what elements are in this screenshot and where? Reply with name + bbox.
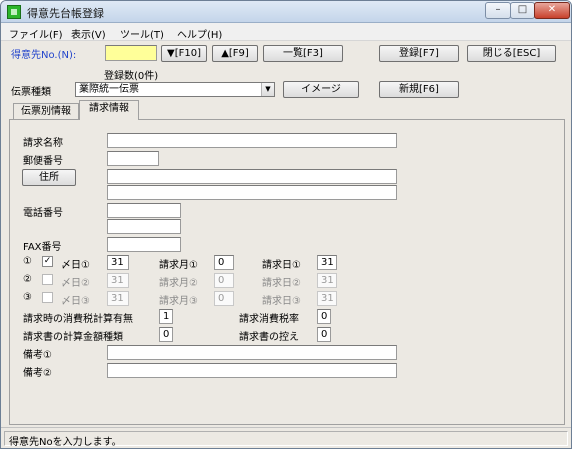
tax-calc-input[interactable]: 1: [159, 309, 173, 324]
billing-info-panel: [9, 119, 565, 425]
fax-label: FAX番号: [23, 242, 62, 253]
status-bar: 得意先Noを入力します。: [1, 427, 571, 448]
address-line1-input[interactable]: [107, 169, 397, 184]
fax-input[interactable]: [107, 237, 181, 252]
slip-type-value: 業際統一伝票: [79, 84, 139, 95]
closing-day-3-label: 〆日③: [61, 296, 90, 307]
window-title: 得意先台帳登録: [27, 7, 104, 20]
slip-type-label: 伝票種類: [11, 87, 51, 98]
close-window-button[interactable]: ✕: [534, 2, 570, 19]
closing-day-3-input[interactable]: 31: [107, 291, 129, 306]
closing-day-1-input[interactable]: 31: [107, 255, 129, 270]
invoice-copy-input[interactable]: 0: [317, 327, 331, 342]
chevron-down-icon: ▼: [261, 83, 274, 96]
closing-row-3-checkbox[interactable]: [42, 292, 53, 303]
title-bar: 得意先台帳登録 – □ ✕: [1, 1, 571, 23]
remarks-1-input[interactable]: [107, 345, 397, 360]
billing-day-2-label: 請求日②: [262, 278, 301, 289]
tab-billing-info[interactable]: 請求情報: [79, 100, 139, 120]
tax-rate-input[interactable]: 0: [317, 309, 331, 324]
amount-type-input[interactable]: 0: [159, 327, 173, 342]
new-button[interactable]: 新規[F6]: [379, 81, 459, 98]
customer-no-input[interactable]: [105, 45, 157, 61]
closing-row-1-num: ①: [23, 256, 32, 267]
closing-day-1-label: 〆日①: [61, 260, 90, 271]
slip-type-select[interactable]: 業際統一伝票 ▼: [75, 82, 275, 97]
invoice-copy-label: 請求書の控え: [239, 332, 299, 343]
list-button[interactable]: 一覧[F3]: [263, 45, 343, 62]
minimize-button[interactable]: –: [485, 2, 511, 19]
closing-day-2-label: 〆日②: [61, 278, 90, 289]
phone-input-1[interactable]: [107, 203, 181, 218]
billing-month-1-input[interactable]: 0: [214, 255, 234, 270]
remarks-2-input[interactable]: [107, 363, 397, 378]
menu-help[interactable]: ヘルプ(H): [177, 26, 222, 41]
billing-day-2-input[interactable]: 31: [317, 273, 337, 288]
billing-day-1-label: 請求日①: [262, 260, 301, 271]
billing-name-input[interactable]: [107, 133, 397, 148]
billing-day-3-input[interactable]: 31: [317, 291, 337, 306]
closing-row-2-checkbox[interactable]: [42, 274, 53, 285]
image-button[interactable]: イメージ: [283, 81, 359, 98]
menu-view[interactable]: 表示(V): [71, 26, 106, 41]
phone-input-2[interactable]: [107, 219, 181, 234]
menu-file[interactable]: ファイル(F): [9, 26, 63, 41]
closing-row-2-num: ②: [23, 274, 32, 285]
main-window: 得意先台帳登録 – □ ✕ ファイル(F) 表示(V) ツール(T) ヘルプ(H…: [0, 0, 572, 449]
billing-month-2-label: 請求月②: [159, 278, 198, 289]
menu-bar: ファイル(F) 表示(V) ツール(T) ヘルプ(H): [1, 23, 571, 41]
tax-calc-label: 請求時の消費税計算有無: [23, 314, 133, 325]
postal-code-label: 郵便番号: [23, 156, 63, 167]
menu-tools[interactable]: ツール(T): [120, 26, 164, 41]
maximize-button[interactable]: □: [510, 2, 535, 19]
address-button[interactable]: 住所: [22, 169, 76, 186]
billing-month-1-label: 請求月①: [159, 260, 198, 271]
register-button[interactable]: 登録[F7]: [379, 45, 459, 62]
registered-count: 登録数(0件): [104, 71, 159, 82]
closing-row-1-checkbox[interactable]: ✓: [42, 256, 53, 267]
billing-day-1-input[interactable]: 31: [317, 255, 337, 270]
billing-month-3-input[interactable]: 0: [214, 291, 234, 306]
phone-label: 電話番号: [23, 208, 63, 219]
app-icon: [7, 5, 21, 19]
closing-day-2-input[interactable]: 31: [107, 273, 129, 288]
billing-day-3-label: 請求日③: [262, 296, 301, 307]
status-panel: 得意先Noを入力します。: [4, 431, 568, 448]
postal-code-input[interactable]: [107, 151, 159, 166]
remarks-1-label: 備考①: [23, 350, 52, 361]
next-record-button[interactable]: ▼[F10]: [161, 45, 207, 62]
close-button[interactable]: 閉じる[ESC]: [467, 45, 556, 62]
billing-month-3-label: 請求月③: [159, 296, 198, 307]
amount-type-label: 請求書の計算金額種類: [23, 332, 123, 343]
status-text: 得意先Noを入力します。: [9, 437, 122, 448]
tax-rate-label: 請求消費税率: [239, 314, 299, 325]
customer-no-label: 得意先No.(N):: [11, 50, 77, 61]
billing-month-2-input[interactable]: 0: [214, 273, 234, 288]
prev-record-button[interactable]: ▲[F9]: [212, 45, 258, 62]
closing-row-3-num: ③: [23, 292, 32, 303]
remarks-2-label: 備考②: [23, 368, 52, 379]
address-line2-input[interactable]: [107, 185, 397, 200]
billing-name-label: 請求名称: [23, 138, 63, 149]
